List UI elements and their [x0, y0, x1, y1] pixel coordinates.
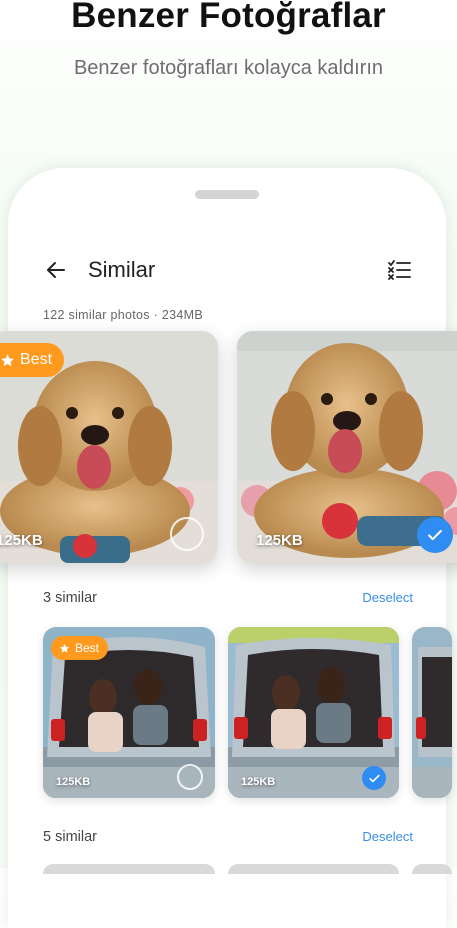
promo-subheadline: Benzer fotoğrafları kolayca kaldırın [73, 57, 384, 79]
photo-card-selected[interactable]: 125KB [228, 627, 399, 798]
promo-headline: Benzer Fotoğraflar [71, 0, 386, 35]
select-radio-checked[interactable] [362, 766, 386, 790]
select-radio-empty[interactable] [177, 764, 203, 790]
similar-summary: 122 similar photos · 234MB [43, 308, 203, 322]
select-radio-checked[interactable] [417, 517, 453, 553]
check-icon [428, 529, 442, 541]
photo-card-peek[interactable] [412, 864, 452, 874]
screen-title: Similar [88, 257, 156, 282]
check-icon [368, 774, 380, 782]
select-list-icon[interactable] [386, 258, 412, 282]
deselect-button[interactable]: Deselect [362, 829, 413, 844]
photo-size: 125KB [0, 532, 43, 549]
best-label: Best [75, 641, 100, 655]
phone-notch [195, 190, 259, 199]
group-header: 3 similar Deselect [43, 590, 413, 610]
photo-card-selected[interactable]: 125KB [237, 331, 457, 563]
photo-card-partial[interactable] [412, 627, 452, 798]
arrow-left-icon[interactable] [44, 258, 68, 282]
deselect-button[interactable]: Deselect [362, 590, 413, 605]
photo-card-peek[interactable] [43, 864, 215, 874]
photo-size: 125KB [56, 776, 91, 788]
star-icon [59, 643, 70, 653]
group-header: 5 similar Deselect [43, 829, 413, 849]
group-title: 3 similar [43, 590, 97, 606]
car-photo [412, 627, 452, 798]
photo-size: 125KB [241, 776, 276, 788]
group-title: 5 similar [43, 829, 97, 845]
photo-card-best[interactable]: Best 125KB [0, 331, 218, 563]
photo-size: 125KB [256, 532, 303, 549]
best-label: Best [20, 351, 53, 368]
star-icon [1, 353, 14, 366]
photo-card-peek[interactable] [228, 864, 399, 874]
best-badge: Best [0, 343, 65, 377]
select-radio-empty[interactable] [170, 517, 204, 551]
best-badge: Best [51, 636, 109, 660]
photo-card-best[interactable]: Best 125KB [43, 627, 215, 798]
